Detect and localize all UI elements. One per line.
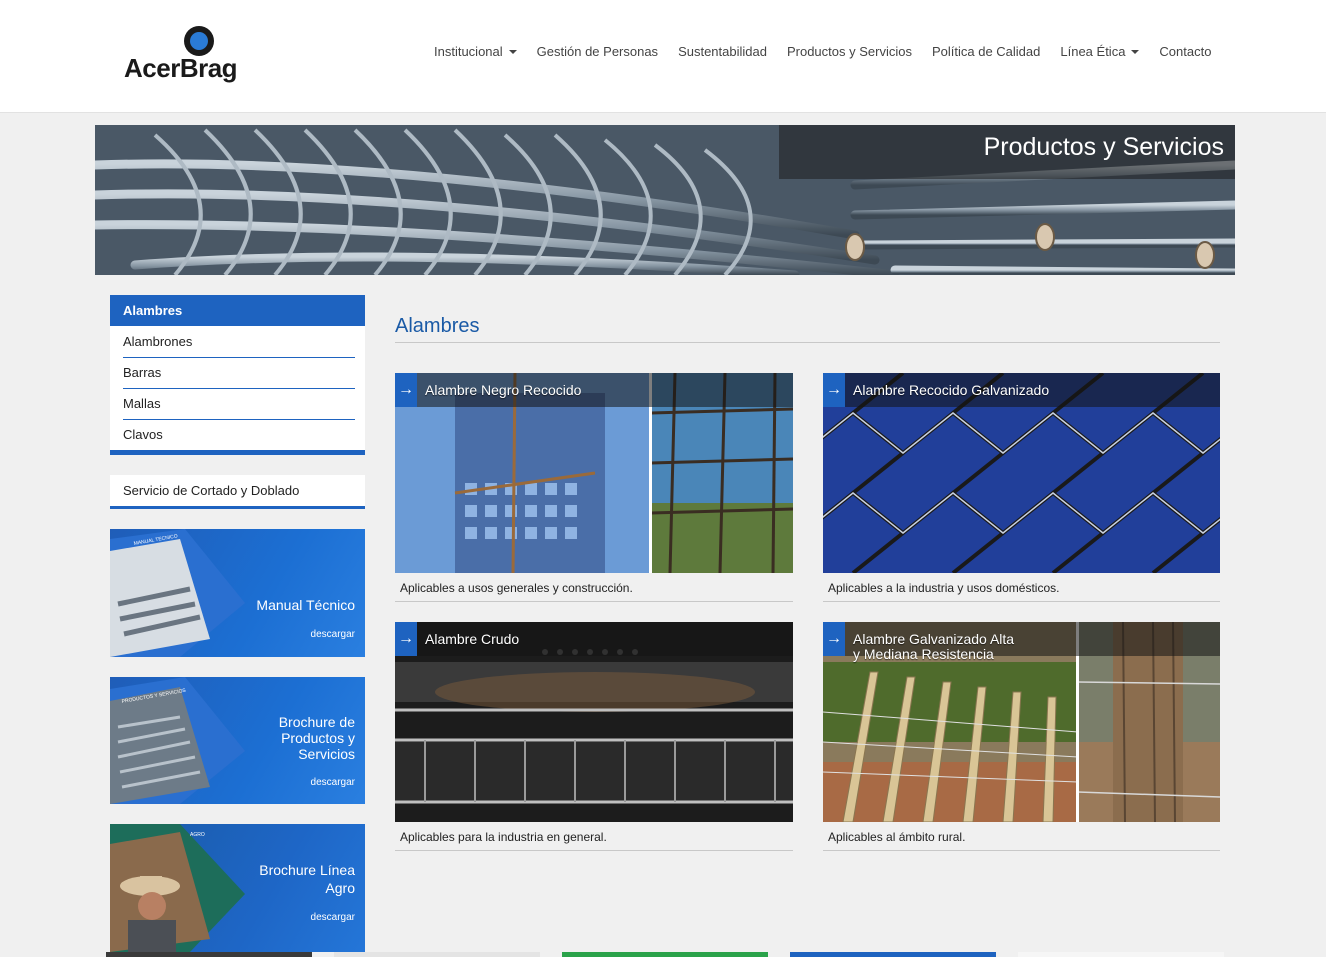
promo-brochure-agro[interactable]: AGRO Brochure Línea Agro descargar [110,824,365,952]
footer-thumb [334,952,540,957]
sidebar-item-alambres[interactable]: Alambres [110,295,365,326]
sidebar: Alambres Alambrones Barras Mallas Clavos… [110,295,365,509]
logo-mark-icon [184,26,214,56]
sidebar-item-alambrones[interactable]: Alambrones [110,326,365,357]
caret-down-icon [508,49,517,54]
sidebar-item-clavos[interactable]: Clavos [110,419,365,450]
card-header: → Alambre Negro Recocido [395,373,793,407]
card-header: → Alambre Crudo [395,622,793,656]
banner-title-box: Productos y Servicios [779,125,1235,179]
product-card-alambre-recocido-galvanizado[interactable]: → Alambre Recocido Galvanizado Aplicable… [823,373,1220,602]
product-image: → Alambre Recocido Galvanizado [823,373,1220,573]
product-card-alambre-negro[interactable]: → Alambre Negro Recocido Aplicables a us… [395,373,793,602]
promo-download-link[interactable]: descargar [311,629,355,640]
product-card-alambre-galvanizado-alta[interactable]: → Alambre Galvanizado Alta y Mediana Res… [823,622,1220,851]
promo-title: Brochure de Productos y Servicios [278,714,355,762]
product-title: Alambre Galvanizado Alta y Mediana Resis… [853,632,1014,662]
product-title: Alambre Negro Recocido [425,382,582,398]
brochure-cover-image: PRODUCTOS Y SERVICIOS [110,677,245,804]
manual-cover-image: MANUAL TECNICO [110,529,245,657]
nav-productos-servicios[interactable]: Productos y Servicios [777,44,922,59]
promo-manual-tecnico[interactable]: MANUAL TECNICO Manual Técnico descargar [110,529,365,657]
promo-brochure-productos[interactable]: PRODUCTOS Y SERVICIOS Brochure de Produc… [110,677,365,804]
sidebar-item-mallas[interactable]: Mallas [110,388,365,419]
banner-title: Productos y Servicios [983,133,1224,161]
nav-gestion-personas[interactable]: Gestión de Personas [527,44,668,59]
product-title-line-1: Alambre Galvanizado Alta [853,631,1015,647]
sidebar-item-servicio-cortado[interactable]: Servicio de Cortado y Doblado [110,475,365,509]
product-description: Aplicables al ámbito rural. [823,822,1220,851]
nav-contacto[interactable]: Contacto [1149,44,1221,59]
product-title: Alambre Crudo [425,631,520,647]
nav-linea-etica[interactable]: Línea Ética [1050,44,1149,59]
promo-download-link[interactable]: descargar [311,777,355,788]
product-description: Aplicables para la industria en general. [395,822,793,851]
product-title: Alambre Recocido Galvanizado [853,382,1050,398]
product-card-alambre-crudo[interactable]: → Alambre Crudo Aplicables para la indus… [395,622,793,851]
promo-download-link[interactable]: descargar [311,912,355,923]
promo-title: Brochure Línea Agro [259,862,355,896]
arrow-right-icon: → [395,373,417,407]
card-header: → Alambre Galvanizado Alta y Mediana Res… [823,622,1220,662]
product-image: → Alambre Negro Recocido [395,373,793,573]
promo-title: Manual Técnico [256,597,355,613]
page-banner: Productos y Servicios [95,125,1235,275]
footer-thumb [106,952,312,957]
product-description: Aplicables a la industria y usos domésti… [823,573,1220,602]
product-title-line-2: y Mediana Resistencia [853,646,994,662]
arrow-right-icon: → [823,373,845,407]
footer-thumb [790,952,996,957]
agro-cover-image: AGRO [110,824,245,952]
caret-down-icon [1131,49,1140,54]
product-description: Aplicables a usos generales y construcci… [395,573,793,602]
title-divider [395,342,1220,343]
nav-institucional[interactable]: Institucional [424,44,527,59]
card-header: → Alambre Recocido Galvanizado [823,373,1220,407]
main-nav: Institucional Gestión de Personas Susten… [424,44,1221,59]
footer-thumb [562,952,768,957]
product-category-menu: Alambres Alambrones Barras Mallas Clavos [110,295,365,455]
site-header: AcerBrag Institucional Gestión de Person… [0,0,1326,113]
arrow-right-icon: → [395,622,417,656]
product-image: → Alambre Galvanizado Alta y Mediana Res… [823,622,1220,822]
page-title: Alambres [395,315,480,337]
logo-text: AcerBrag [124,53,238,83]
book-label-agro: AGRO [190,832,205,838]
acerbrag-logo[interactable]: AcerBrag [124,26,276,86]
product-image: → Alambre Crudo [395,622,793,822]
footer-thumb [1018,952,1224,957]
sidebar-item-barras[interactable]: Barras [110,357,365,388]
nav-sustentabilidad[interactable]: Sustentabilidad [668,44,777,59]
nav-politica-calidad[interactable]: Política de Calidad [922,44,1050,59]
arrow-right-icon: → [823,622,845,656]
